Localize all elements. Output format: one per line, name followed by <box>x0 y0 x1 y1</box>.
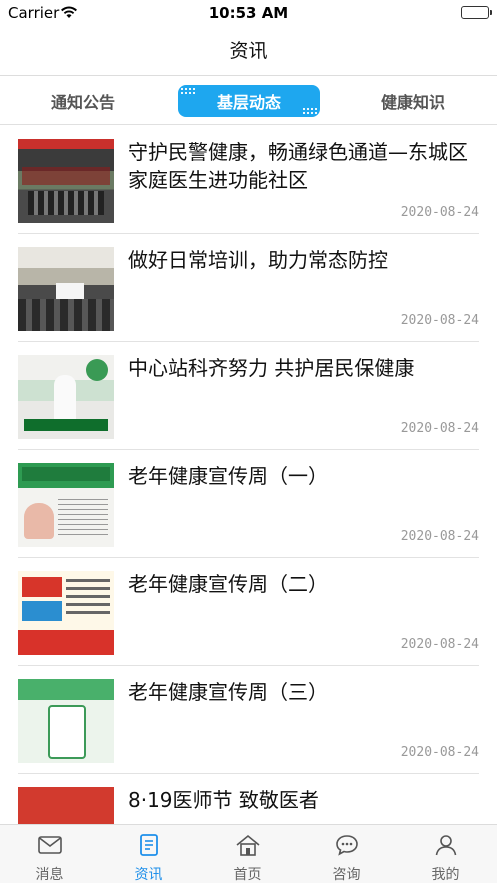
article-title: 老年健康宣传周（二） <box>128 572 328 596</box>
user-icon <box>433 833 459 857</box>
bottom-tab-bar: 消息 资讯 首页 咨询 我的 <box>0 824 497 883</box>
news-icon <box>136 833 162 857</box>
article-date: 2020-08-24 <box>400 529 479 544</box>
tabbar-home[interactable]: 首页 <box>198 825 297 883</box>
list-item[interactable]: 老年健康宣传周（一） 2020-08-24 <box>18 450 479 558</box>
tab-label: 基层动态 <box>216 93 281 112</box>
article-thumbnail <box>18 463 114 547</box>
page-title: 资讯 <box>229 40 268 62</box>
decor-dots <box>180 87 196 95</box>
tabbar-label: 资讯 <box>134 867 163 883</box>
article-title: 老年健康宣传周（一） <box>128 464 328 488</box>
tabbar-label: 首页 <box>233 867 262 883</box>
chat-icon <box>334 833 360 857</box>
article-title: 老年健康宣传周（三） <box>128 680 328 704</box>
article-thumbnail <box>18 247 114 331</box>
tabbar-label: 我的 <box>431 867 460 883</box>
decor-dots <box>302 107 318 115</box>
tab-grassroots-news[interactable]: 基层动态 <box>178 85 320 117</box>
article-title: 守护民警健康，畅通绿色通道—东城区家庭医生进功能社区 <box>128 140 468 192</box>
article-date: 2020-08-24 <box>400 745 479 760</box>
article-list[interactable]: 守护民警健康，畅通绿色通道—东城区家庭医生进功能社区 2020-08-24 做好… <box>0 126 497 824</box>
battery-icon <box>461 6 492 19</box>
tabbar-profile[interactable]: 我的 <box>396 825 495 883</box>
tabbar-label: 消息 <box>35 867 64 883</box>
category-tabs: 通知公告 基层动态 健康知识 <box>0 77 497 125</box>
list-item[interactable]: 老年健康宣传周（二） 2020-08-24 <box>18 558 479 666</box>
tab-health-knowledge[interactable]: 健康知识 <box>348 85 478 117</box>
home-icon <box>235 833 261 857</box>
tabbar-news[interactable]: 资讯 <box>99 825 198 883</box>
tabbar-messages[interactable]: 消息 <box>0 825 99 883</box>
tab-notices[interactable]: 通知公告 <box>18 85 148 117</box>
article-thumbnail <box>18 571 114 655</box>
article-title: 做好日常培训，助力常态防控 <box>128 248 388 272</box>
tabbar-consult[interactable]: 咨询 <box>297 825 396 883</box>
article-date: 2020-08-24 <box>400 421 479 436</box>
list-item[interactable]: 8·19医师节 致敬医者 <box>18 774 479 824</box>
mail-icon <box>37 833 63 857</box>
article-thumbnail <box>18 355 114 439</box>
article-date: 2020-08-24 <box>400 637 479 652</box>
article-date: 2020-08-24 <box>400 205 479 220</box>
article-title: 8·19医师节 致敬医者 <box>128 788 319 812</box>
article-thumbnail <box>18 139 114 223</box>
article-title: 中心站科齐努力 共护居民保健康 <box>128 356 415 380</box>
tabbar-label: 咨询 <box>332 867 361 883</box>
list-item[interactable]: 做好日常培训，助力常态防控 2020-08-24 <box>18 234 479 342</box>
status-time: 10:53 AM <box>208 4 289 22</box>
article-thumbnail <box>18 679 114 763</box>
list-item[interactable]: 守护民警健康，畅通绿色通道—东城区家庭医生进功能社区 2020-08-24 <box>18 126 479 234</box>
list-item[interactable]: 老年健康宣传周（三） 2020-08-24 <box>18 666 479 774</box>
article-thumbnail <box>18 787 114 824</box>
list-item[interactable]: 中心站科齐努力 共护居民保健康 2020-08-24 <box>18 342 479 450</box>
article-date: 2020-08-24 <box>400 313 479 328</box>
navigation-bar: 资讯 <box>0 26 497 76</box>
status-bar: Carrier 10:53 AM <box>0 0 497 26</box>
